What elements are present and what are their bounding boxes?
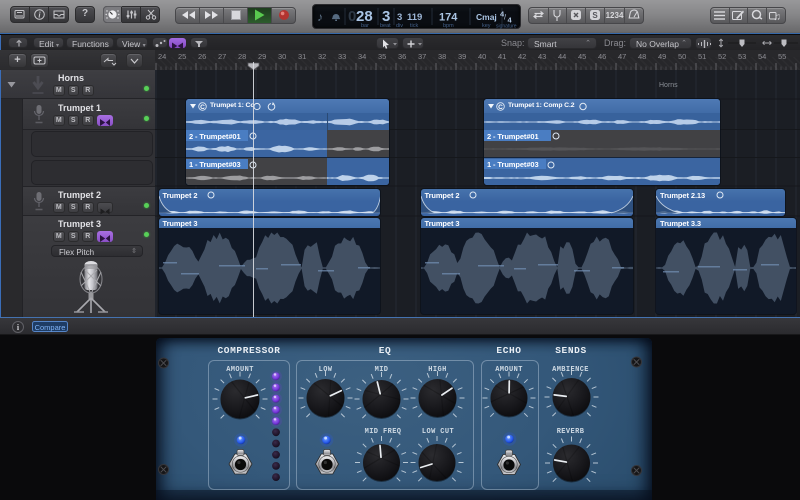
svg-text:Cmaj: Cmaj: [476, 12, 497, 22]
svg-text:tick: tick: [410, 23, 419, 29]
svg-text:119: 119: [407, 12, 422, 23]
svg-text:i: i: [38, 11, 41, 20]
svg-text:bar: bar: [361, 23, 369, 29]
svg-text:174: 174: [439, 11, 458, 23]
svg-text:C: C: [498, 104, 503, 111]
svg-text:beat: beat: [380, 23, 391, 29]
svg-text:♪: ♪: [317, 10, 323, 24]
svg-text:bpm: bpm: [443, 23, 454, 29]
svg-text:key: key: [482, 23, 491, 29]
svg-text:♫: ♫: [774, 12, 782, 21]
svg-text:C: C: [200, 104, 205, 111]
svg-text:div: div: [396, 23, 403, 29]
svg-text:S: S: [592, 11, 598, 20]
svg-text:3: 3: [397, 12, 402, 23]
svg-text:signature: signature: [496, 23, 517, 29]
